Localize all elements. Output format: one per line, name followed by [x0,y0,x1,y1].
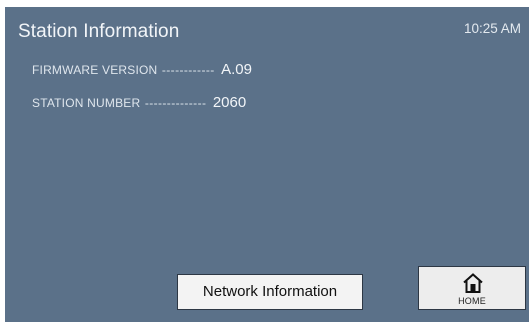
station-number-leader: -------------- [144,96,207,110]
firmware-version-row: FIRMWARE VERSION ------------ A.09 [32,61,252,79]
page-title: Station Information [18,21,180,42]
station-number-label: STATION NUMBER [32,96,141,110]
home-button-label: HOME [458,296,486,306]
firmware-version-value: A.09 [221,61,252,78]
home-icon [463,273,483,293]
firmware-version-leader: ------------ [161,63,215,77]
home-button[interactable]: HOME [418,266,526,310]
firmware-version-label: FIRMWARE VERSION [32,63,158,77]
clock-time: 10:25 AM [463,21,521,36]
network-information-button[interactable]: Network Information [177,274,363,310]
station-information-screen: Station Information 10:25 AM FIRMWARE VE… [5,7,529,322]
station-number-row: STATION NUMBER -------------- 2060 [32,94,246,112]
station-number-value: 2060 [212,94,247,111]
